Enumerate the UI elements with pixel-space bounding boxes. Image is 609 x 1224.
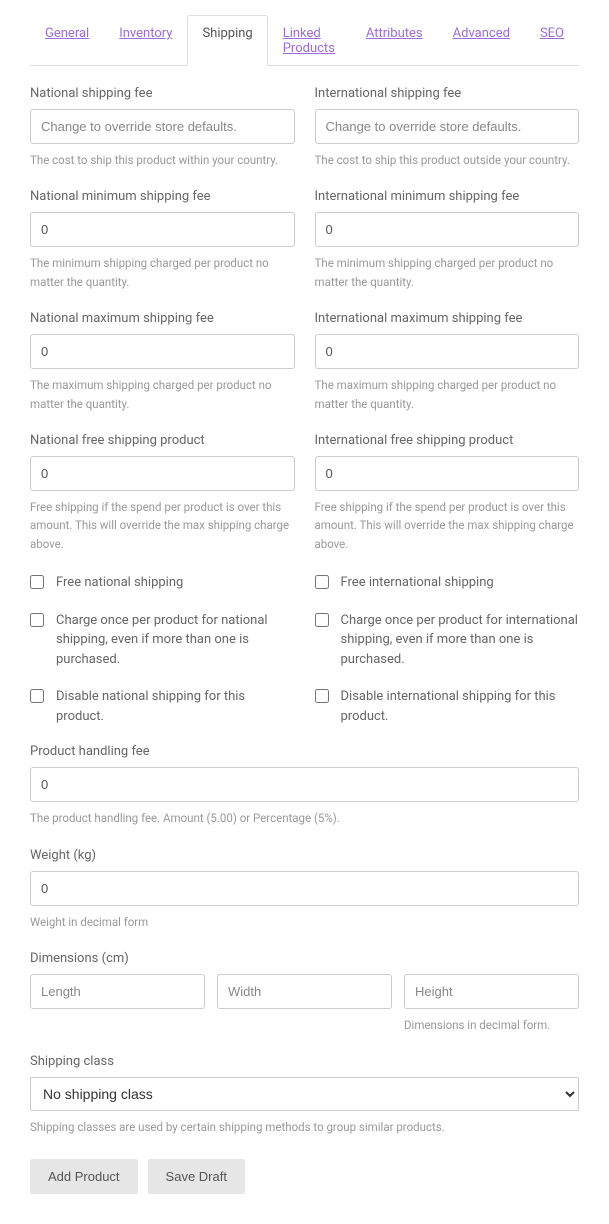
shipping-class-label: Shipping class	[30, 1054, 579, 1069]
national-free-help: Free shipping if the spend per product i…	[30, 498, 295, 553]
tab-shipping[interactable]: Shipping	[187, 15, 267, 66]
national-disable-checkbox[interactable]	[30, 689, 44, 703]
international-max-label: International maximum shipping fee	[315, 311, 580, 326]
international-min-label: International minimum shipping fee	[315, 189, 580, 204]
international-min-input[interactable]	[315, 212, 580, 247]
shipping-class-select[interactable]: No shipping class	[30, 1077, 579, 1111]
national-free-checkbox[interactable]	[30, 575, 44, 589]
national-free-input[interactable]	[30, 456, 295, 491]
international-free-input[interactable]	[315, 456, 580, 491]
international-disable-checkbox[interactable]	[315, 689, 329, 703]
product-tabs: General Inventory Shipping Linked Produc…	[30, 15, 579, 66]
national-disable-cb-label: Disable national shipping for this produ…	[56, 687, 295, 726]
weight-label: Weight (kg)	[30, 848, 579, 863]
international-once-cb-label: Charge once per product for internationa…	[341, 611, 580, 670]
national-min-input[interactable]	[30, 212, 295, 247]
national-fee-help: The cost to ship this product within you…	[30, 151, 295, 169]
weight-input[interactable]	[30, 871, 579, 906]
tab-seo[interactable]: SEO	[525, 15, 579, 66]
national-fee-input[interactable]	[30, 109, 295, 144]
dimensions-label: Dimensions (cm)	[30, 951, 579, 966]
international-free-cb-label: Free international shipping	[341, 573, 494, 593]
national-min-help: The minimum shipping charged per product…	[30, 254, 295, 291]
national-max-help: The maximum shipping charged per product…	[30, 376, 295, 413]
international-max-help: The maximum shipping charged per product…	[315, 376, 580, 413]
national-free-cb-label: Free national shipping	[56, 573, 183, 593]
international-fee-label: International shipping fee	[315, 86, 580, 101]
tab-inventory[interactable]: Inventory	[104, 15, 187, 66]
weight-help: Weight in decimal form	[30, 913, 579, 931]
add-product-button[interactable]: Add Product	[30, 1159, 138, 1194]
national-once-cb-label: Charge once per product for national shi…	[56, 611, 295, 670]
length-input[interactable]	[30, 974, 205, 1009]
international-free-label: International free shipping product	[315, 433, 580, 448]
tab-attributes[interactable]: Attributes	[351, 15, 438, 66]
international-fee-input[interactable]	[315, 109, 580, 144]
tab-general[interactable]: General	[30, 15, 104, 66]
height-input[interactable]	[404, 974, 579, 1009]
national-max-input[interactable]	[30, 334, 295, 369]
handling-help: The product handling fee. Amount (5.00) …	[30, 809, 579, 827]
tab-linked-products[interactable]: Linked Products	[268, 15, 351, 66]
tab-advanced[interactable]: Advanced	[438, 15, 525, 66]
international-disable-cb-label: Disable international shipping for this …	[341, 687, 580, 726]
national-min-label: National minimum shipping fee	[30, 189, 295, 204]
international-max-input[interactable]	[315, 334, 580, 369]
international-fee-help: The cost to ship this product outside yo…	[315, 151, 580, 169]
dimensions-help: Dimensions in decimal form.	[404, 1016, 579, 1034]
international-min-help: The minimum shipping charged per product…	[315, 254, 580, 291]
national-free-label: National free shipping product	[30, 433, 295, 448]
width-input[interactable]	[217, 974, 392, 1009]
international-free-checkbox[interactable]	[315, 575, 329, 589]
shipping-class-help: Shipping classes are used by certain shi…	[30, 1118, 579, 1136]
national-max-label: National maximum shipping fee	[30, 311, 295, 326]
international-free-help: Free shipping if the spend per product i…	[315, 498, 580, 553]
handling-label: Product handling fee	[30, 744, 579, 759]
national-once-checkbox[interactable]	[30, 613, 44, 627]
handling-input[interactable]	[30, 767, 579, 802]
international-once-checkbox[interactable]	[315, 613, 329, 627]
save-draft-button[interactable]: Save Draft	[148, 1159, 245, 1194]
national-fee-label: National shipping fee	[30, 86, 295, 101]
